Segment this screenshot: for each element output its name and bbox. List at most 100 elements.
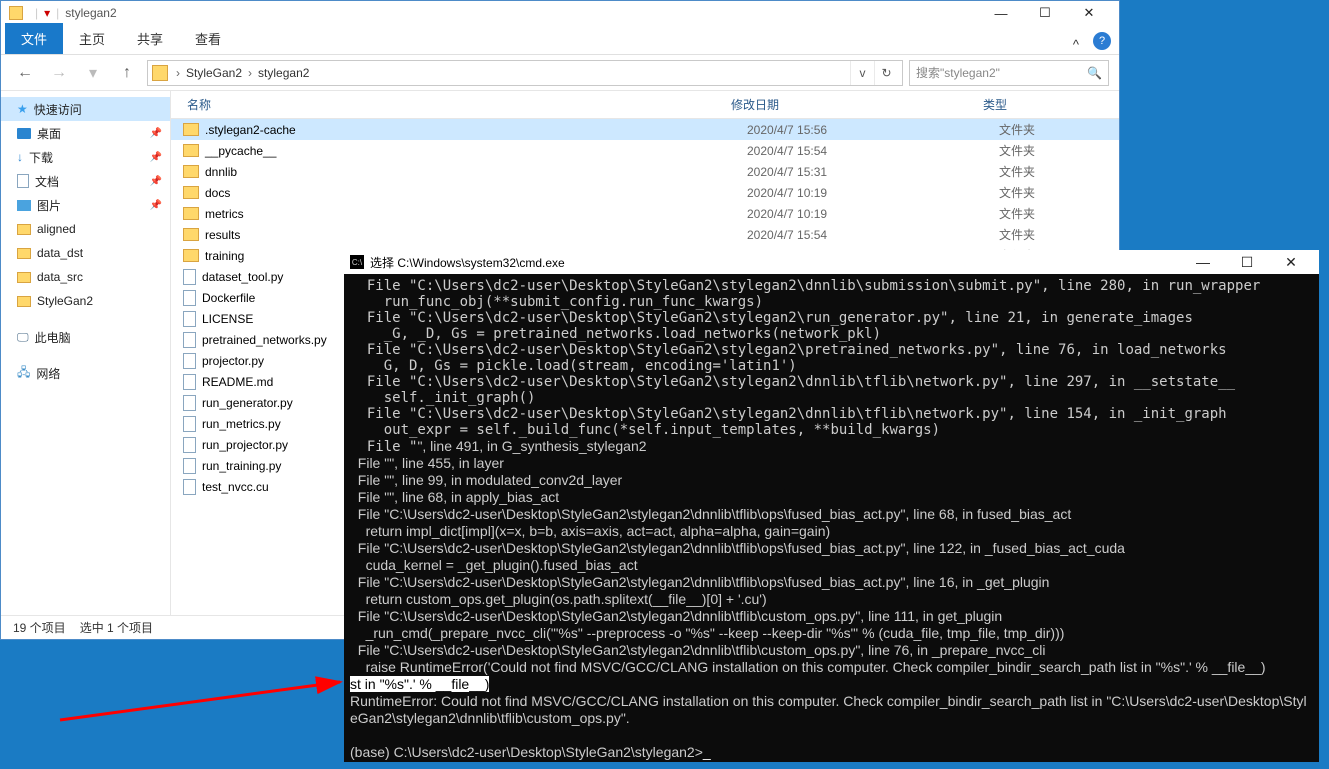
file-icon	[183, 332, 196, 348]
file-icon	[183, 269, 196, 285]
folder-icon	[152, 65, 168, 81]
titlebar-sep2: ▾	[44, 6, 50, 20]
file-type: 文件夹	[999, 184, 1035, 201]
forward-button[interactable]: →	[45, 60, 73, 86]
file-row[interactable]: __pycache__2020/4/7 15:54文件夹	[171, 140, 1119, 161]
column-header-date[interactable]: 修改日期	[731, 96, 983, 113]
folder-icon	[17, 272, 31, 283]
file-row[interactable]: dnnlib 2020/4/7 15:31文件夹	[171, 161, 1119, 182]
file-name: run_projector.py	[202, 438, 288, 452]
folder-icon	[183, 165, 199, 178]
sidebar-pictures[interactable]: 图片📌	[1, 193, 170, 217]
pin-icon: 📌	[150, 128, 162, 139]
pc-icon: 🖵	[17, 330, 29, 345]
file-name: run_metrics.py	[202, 417, 281, 431]
annotation-arrow	[60, 680, 360, 725]
tab-share[interactable]: 共享	[121, 23, 179, 54]
address-dropdown[interactable]: v	[850, 61, 874, 85]
file-name: Dockerfile	[202, 291, 255, 305]
back-button[interactable]: ←	[11, 60, 39, 86]
file-date: 2020/4/7 10:19	[747, 186, 999, 200]
file-icon	[183, 416, 196, 432]
breadcrumb-seg[interactable]: StyleGan2	[182, 66, 246, 80]
sidebar-aligned[interactable]: aligned	[1, 217, 170, 241]
folder-icon	[17, 296, 31, 307]
folder-icon	[9, 6, 23, 20]
file-icon	[183, 374, 196, 390]
file-date: 2020/4/7 10:19	[747, 207, 999, 221]
refresh-button[interactable]: ↻	[874, 61, 898, 85]
file-name: pretrained_networks.py	[202, 333, 327, 347]
file-type: 文件夹	[999, 226, 1035, 243]
file-name: LICENSE	[202, 312, 253, 326]
cmd-icon: C:\	[350, 255, 364, 269]
folder-icon	[183, 186, 199, 199]
file-name: dataset_tool.py	[202, 270, 283, 284]
document-icon	[17, 174, 29, 188]
sidebar-downloads[interactable]: ↓下载📌	[1, 145, 170, 169]
column-header-type[interactable]: 类型	[983, 96, 1119, 113]
file-menu[interactable]: 文件	[5, 23, 63, 54]
sidebar-network[interactable]: 🖧网络	[1, 361, 170, 385]
file-type: 文件夹	[999, 163, 1035, 180]
minimize-button[interactable]: —	[979, 2, 1023, 24]
search-box[interactable]: 搜索"stylegan2" 🔍	[909, 60, 1109, 86]
maximize-button[interactable]: ☐	[1023, 2, 1067, 24]
star-icon: ★	[17, 102, 28, 116]
titlebar-sep: |	[35, 6, 38, 20]
close-button[interactable]: ✕	[1067, 2, 1111, 24]
file-type: 文件夹	[999, 121, 1035, 138]
tab-home[interactable]: 主页	[63, 23, 121, 54]
close-button[interactable]: ✕	[1269, 251, 1313, 273]
file-row[interactable]: results 2020/4/7 15:54文件夹	[171, 224, 1119, 245]
file-row[interactable]: docs2020/4/7 10:19文件夹	[171, 182, 1119, 203]
sidebar-data-src[interactable]: data_src	[1, 265, 170, 289]
download-icon: ↓	[17, 150, 23, 164]
pin-icon: 📌	[150, 200, 162, 211]
file-name: metrics	[205, 207, 244, 221]
file-name: dnnlib	[205, 165, 237, 179]
cmd-window: C:\ 选择 C:\Windows\system32\cmd.exe — ☐ ✕…	[344, 250, 1319, 762]
tab-view[interactable]: 查看	[179, 23, 237, 54]
sidebar-stylegan2[interactable]: StyleGan2	[1, 289, 170, 313]
search-placeholder: 搜索"stylegan2"	[916, 64, 1000, 81]
column-header-name[interactable]: 名称	[171, 96, 731, 113]
ribbon-collapse[interactable]: ^	[1063, 35, 1089, 54]
recent-dropdown[interactable]: ▾	[79, 60, 107, 86]
file-row[interactable]: metrics 2020/4/7 10:19文件夹	[171, 203, 1119, 224]
sidebar-desktop[interactable]: 桌面📌	[1, 121, 170, 145]
help-icon[interactable]: ?	[1093, 32, 1111, 50]
file-icon	[183, 353, 196, 369]
desktop-icon	[17, 128, 31, 139]
cmd-output[interactable]: File "C:\Users\dc2-user\Desktop\StyleGan…	[344, 274, 1319, 762]
file-name: results	[205, 228, 240, 242]
nav-toolbar: ← → ▾ ↑ › StyleGan2 › stylegan2 v ↻ 搜索"s…	[1, 55, 1119, 91]
pin-icon: 📌	[150, 176, 162, 187]
sidebar-quick-access[interactable]: ★快速访问	[1, 97, 170, 121]
folder-icon	[183, 249, 199, 262]
sidebar-this-pc[interactable]: 🖵此电脑	[1, 325, 170, 349]
file-date: 2020/4/7 15:31	[747, 165, 999, 179]
nav-sidebar: ★快速访问 桌面📌 ↓下载📌 文档📌 图片📌 aligned data_dst …	[1, 91, 171, 615]
maximize-button[interactable]: ☐	[1225, 251, 1269, 273]
file-type: 文件夹	[999, 205, 1035, 222]
file-name: test_nvcc.cu	[202, 480, 269, 494]
file-row[interactable]: .stylegan2-cache 2020/4/7 15:56文件夹	[171, 119, 1119, 140]
file-date: 2020/4/7 15:54	[747, 228, 999, 242]
folder-icon	[183, 207, 199, 220]
sidebar-documents[interactable]: 文档📌	[1, 169, 170, 193]
sidebar-data-dst[interactable]: data_dst	[1, 241, 170, 265]
address-bar[interactable]: › StyleGan2 › stylegan2 v ↻	[147, 60, 903, 86]
file-name: .stylegan2-cache	[205, 123, 296, 137]
cmd-titlebar[interactable]: C:\ 选择 C:\Windows\system32\cmd.exe — ☐ ✕	[344, 250, 1319, 274]
folder-icon	[17, 248, 31, 259]
minimize-button[interactable]: —	[1181, 251, 1225, 273]
breadcrumb-seg[interactable]: stylegan2	[254, 66, 313, 80]
file-date: 2020/4/7 15:56	[747, 123, 999, 137]
file-icon	[183, 395, 196, 411]
up-button[interactable]: ↑	[113, 60, 141, 86]
file-icon	[183, 437, 196, 453]
file-name: run_training.py	[202, 459, 281, 473]
explorer-titlebar[interactable]: | ▾ | stylegan2 — ☐ ✕	[1, 1, 1119, 25]
folder-icon	[17, 224, 31, 235]
